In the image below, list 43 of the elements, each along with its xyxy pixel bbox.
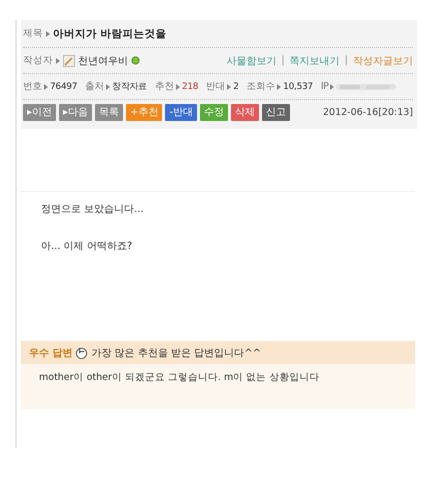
meta-label: 추천 bbox=[154, 80, 174, 93]
author-link[interactable]: 작성자글보기 bbox=[353, 54, 413, 68]
best-answer-caption: 가장 많은 추천을 받은 답변입니다^^ bbox=[91, 346, 261, 360]
author-link[interactable]: 사물함보기 bbox=[226, 54, 276, 68]
arrow-icon bbox=[330, 84, 334, 90]
meta-label: IP bbox=[320, 81, 328, 92]
post-title: 아버지가 바람피는것을 bbox=[53, 26, 167, 40]
arrow-icon bbox=[56, 58, 60, 64]
field-label: 작성자 bbox=[23, 54, 53, 67]
meta-value: 10,537 bbox=[283, 82, 313, 92]
arrow-icon bbox=[277, 84, 282, 90]
meta-value: 76497 bbox=[50, 82, 78, 92]
meta-value: 218 bbox=[182, 82, 198, 92]
action-button[interactable]: ▸다음 bbox=[59, 104, 92, 121]
link-separator: | bbox=[344, 55, 348, 66]
action-button[interactable]: ▸이전 bbox=[23, 104, 56, 121]
arrow-icon bbox=[176, 84, 180, 90]
link-separator: | bbox=[281, 55, 285, 66]
action-button[interactable]: 신고 bbox=[262, 104, 290, 121]
arrow-icon bbox=[227, 84, 232, 90]
action-button[interactable]: +추천 bbox=[126, 104, 162, 121]
arrow-icon bbox=[44, 84, 48, 90]
field-label: 제목 bbox=[23, 27, 43, 40]
action-button[interactable]: 목록 bbox=[95, 104, 124, 121]
meta-label: 번호 bbox=[23, 80, 42, 93]
meta-label: 반대 bbox=[206, 80, 226, 93]
arrow-icon bbox=[106, 84, 110, 90]
avatar-icon bbox=[63, 54, 75, 66]
action-button[interactable]: -반대 bbox=[165, 104, 198, 121]
action-button[interactable]: 삭제 bbox=[231, 104, 260, 121]
post-date: 2012-06-16[20:13] bbox=[323, 107, 413, 118]
author-link[interactable]: 쪽지보내기 bbox=[290, 54, 340, 68]
meta-label: 출처 bbox=[85, 80, 104, 93]
best-answer-label: 우수 답변 bbox=[29, 346, 72, 360]
meta-value: 2 bbox=[233, 82, 239, 92]
post-text: 정면으로 보았습니다... bbox=[41, 203, 145, 216]
answer-text: mother이 other이 되겠군요 그렇습니다. m이 없는 상황입니다 bbox=[38, 371, 320, 384]
post-text: 아... 이제 어떡하죠? bbox=[41, 240, 134, 253]
meta-label: 조회수 bbox=[246, 80, 276, 93]
meta-value: 창작자료 bbox=[112, 81, 147, 93]
action-button[interactable]: 수정 bbox=[200, 104, 228, 121]
arrow-icon bbox=[46, 30, 50, 36]
author-name[interactable]: 천년여우비 bbox=[78, 54, 128, 68]
